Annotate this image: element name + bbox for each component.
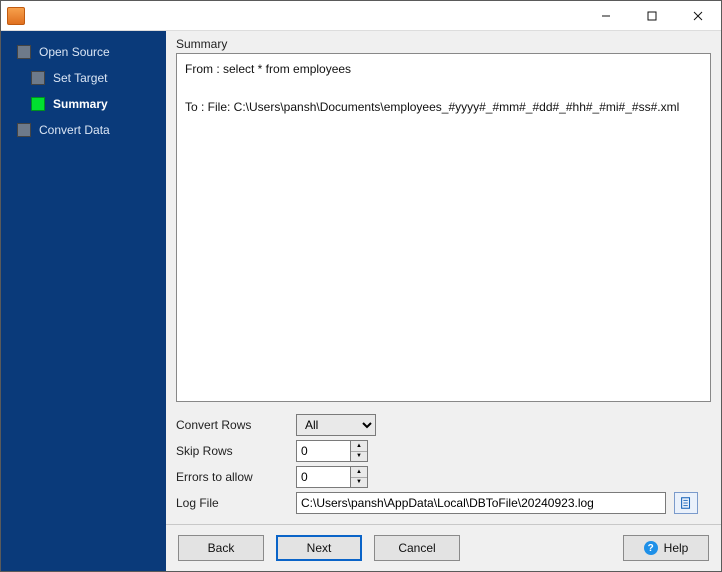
sidebar-item-summary[interactable]: Summary — [1, 91, 166, 117]
minimize-icon — [601, 11, 611, 21]
errors-allow-input[interactable] — [296, 466, 350, 488]
wizard-footer: Back Next Cancel ? Help — [166, 524, 721, 571]
spinner-up-icon[interactable]: ▲ — [351, 467, 367, 478]
sidebar-item-open-source[interactable]: Open Source — [1, 39, 166, 65]
sidebar-item-convert-data[interactable]: Convert Data — [1, 117, 166, 143]
spinner-up-icon[interactable]: ▲ — [351, 441, 367, 452]
options-form: Convert Rows All Skip Rows ▲ ▼ — [166, 410, 721, 524]
sidebar-item-set-target[interactable]: Set Target — [1, 65, 166, 91]
app-window: Open Source Set Target Summary Convert D… — [0, 0, 722, 572]
close-button[interactable] — [675, 1, 721, 31]
minimize-button[interactable] — [583, 1, 629, 31]
errors-allow-spinner[interactable]: ▲ ▼ — [350, 466, 368, 488]
spinner-down-icon[interactable]: ▼ — [351, 478, 367, 488]
cancel-button-label: Cancel — [398, 541, 435, 555]
log-file-browse-button[interactable] — [674, 492, 698, 514]
titlebar — [1, 1, 721, 31]
document-icon — [679, 496, 693, 510]
summary-textarea[interactable]: From : select * from employees To : File… — [176, 53, 711, 402]
main-panel: Summary From : select * from employees T… — [166, 31, 721, 571]
next-button-label: Next — [307, 541, 332, 555]
app-icon — [7, 7, 25, 25]
maximize-icon — [647, 11, 657, 21]
log-file-label: Log File — [176, 496, 296, 510]
sidebar-item-label: Convert Data — [39, 123, 110, 137]
step-indicator-icon — [17, 45, 31, 59]
sidebar-item-label: Set Target — [53, 71, 107, 85]
help-button[interactable]: ? Help — [623, 535, 709, 561]
maximize-button[interactable] — [629, 1, 675, 31]
log-file-input[interactable] — [296, 492, 666, 514]
sidebar-item-label: Summary — [53, 97, 108, 111]
skip-rows-label: Skip Rows — [176, 444, 296, 458]
summary-to-line: To : File: C:\Users\pansh\Documents\empl… — [185, 98, 702, 116]
skip-rows-spinner[interactable]: ▲ ▼ — [350, 440, 368, 462]
summary-heading: Summary — [166, 31, 721, 53]
step-indicator-icon — [31, 71, 45, 85]
wizard-sidebar: Open Source Set Target Summary Convert D… — [1, 31, 166, 571]
back-button[interactable]: Back — [178, 535, 264, 561]
step-indicator-icon — [31, 97, 45, 111]
convert-rows-select[interactable]: All — [296, 414, 376, 436]
close-icon — [693, 11, 703, 21]
step-indicator-icon — [17, 123, 31, 137]
summary-from-line: From : select * from employees — [185, 60, 702, 78]
convert-rows-label: Convert Rows — [176, 418, 296, 432]
spinner-down-icon[interactable]: ▼ — [351, 452, 367, 462]
cancel-button[interactable]: Cancel — [374, 535, 460, 561]
help-button-label: Help — [664, 541, 689, 555]
back-button-label: Back — [208, 541, 235, 555]
help-icon: ? — [644, 541, 658, 555]
sidebar-item-label: Open Source — [39, 45, 110, 59]
skip-rows-input[interactable] — [296, 440, 350, 462]
next-button[interactable]: Next — [276, 535, 362, 561]
errors-allow-label: Errors to allow — [176, 470, 296, 484]
